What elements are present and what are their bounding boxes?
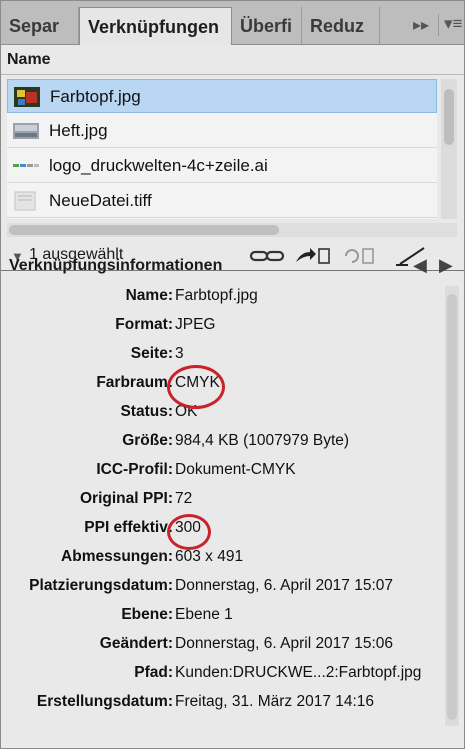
list-item-name: Farbtopf.jpg xyxy=(50,87,141,106)
info-label: PPI effektiv: xyxy=(84,519,173,536)
list-horizontal-scrollbar[interactable] xyxy=(7,223,457,237)
link-info-list: Name: Farbtopf.jpg Format: JPEG Seite: 3… xyxy=(1,283,441,723)
previous-link-icon[interactable]: ◀ xyxy=(413,255,427,276)
info-row-icc-profile: ICC-Profil: Dokument-CMYK xyxy=(1,461,441,491)
column-header-name: Name xyxy=(7,51,51,68)
info-row-status: Status: OK xyxy=(1,403,441,433)
info-value: Farbtopf.jpg xyxy=(175,287,258,304)
list-vertical-scrollbar[interactable] xyxy=(441,79,457,219)
info-value: 72 xyxy=(175,490,193,507)
link-info-header[interactable]: Verknüpfungsinformationen ◀ ▶ xyxy=(1,253,464,283)
info-row-size: Größe: 984,4 KB (1007979 Byte) xyxy=(1,432,441,462)
info-value: JPEG xyxy=(175,316,216,333)
tab-bar: Separ Verknüpfungen Überfi Reduz ▸▸ ▾≡ xyxy=(1,1,464,46)
info-value: 603 x 491 xyxy=(175,548,244,565)
link-info-title: Verknüpfungsinformationen xyxy=(9,257,223,274)
list-item[interactable]: Farbtopf.jpg xyxy=(7,79,437,113)
info-label: Geändert: xyxy=(99,635,173,652)
info-row-dimensions: Abmessungen: 603 x 491 xyxy=(1,548,441,578)
tab-links[interactable]: Verknüpfungen xyxy=(79,7,232,46)
list-item[interactable]: logo_druckwelten-4c+zeile.ai xyxy=(7,149,437,183)
info-label: Seite: xyxy=(130,345,173,362)
info-label: Format: xyxy=(115,316,173,333)
highlight-circle-effective-ppi xyxy=(167,514,211,550)
logo-thumbnail-icon xyxy=(13,164,39,167)
list-scroll-thumb[interactable] xyxy=(444,89,454,145)
image-thumbnail-icon xyxy=(14,191,36,211)
info-vertical-scrollbar[interactable] xyxy=(445,286,459,726)
info-scroll-thumb[interactable] xyxy=(447,294,457,720)
info-label: Ebene: xyxy=(121,606,173,623)
links-panel: Separ Verknüpfungen Überfi Reduz ▸▸ ▾≡ N… xyxy=(0,0,465,749)
info-label: Größe: xyxy=(122,432,173,449)
tab-separations[interactable]: Separ xyxy=(1,7,79,45)
list-item-name: Heft.jpg xyxy=(49,121,108,140)
list-item-name: logo_druckwelten-4c+zeile.ai xyxy=(49,156,268,175)
tab-overprint[interactable]: Überfi xyxy=(232,7,302,45)
info-row-layer: Ebene: Ebene 1 xyxy=(1,606,441,636)
column-header[interactable]: Name xyxy=(1,45,464,75)
more-tabs-icon[interactable]: ▸▸ xyxy=(413,15,429,35)
info-row-original-ppi: Original PPI: 72 xyxy=(1,490,441,520)
info-label: Name: xyxy=(125,287,173,304)
image-thumbnail-icon xyxy=(13,123,39,139)
info-row-created-date: Erstellungsdatum: Freitag, 31. März 2017… xyxy=(1,693,441,723)
list-item[interactable]: Heft.jpg xyxy=(7,114,437,148)
panel-menu-icon[interactable]: ▾≡ xyxy=(438,14,462,36)
info-value: Kunden:DRUCKWE...2:Farbtopf.jpg xyxy=(175,664,422,681)
info-value: 3 xyxy=(175,345,184,362)
info-row-modified: Geändert: Donnerstag, 6. April 2017 15:0… xyxy=(1,635,441,665)
info-label: Original PPI: xyxy=(79,490,173,507)
list-item[interactable]: NeueDatei.tiff xyxy=(7,184,437,218)
info-label: ICC-Profil: xyxy=(96,461,173,478)
info-value: 984,4 KB (1007979 Byte) xyxy=(175,432,350,449)
info-value: Donnerstag, 6. April 2017 15:06 xyxy=(175,635,394,652)
highlight-circle-colorspace xyxy=(167,365,225,409)
tab-flattener[interactable]: Reduz xyxy=(302,7,380,45)
info-row-effective-ppi: PPI effektiv: 300 xyxy=(1,519,441,549)
info-row-name: Name: Farbtopf.jpg xyxy=(1,287,441,317)
info-label: Platzierungsdatum: xyxy=(29,577,173,594)
info-value: Dokument-CMYK xyxy=(175,461,296,478)
image-thumbnail-icon xyxy=(14,87,40,107)
info-row-placed-date: Platzierungsdatum: Donnerstag, 6. April … xyxy=(1,577,441,607)
next-link-icon[interactable]: ▶ xyxy=(439,255,453,276)
info-row-page: Seite: 3 xyxy=(1,345,441,375)
links-list: Farbtopf.jpg Heft.jpg logo_druckwelten-4… xyxy=(7,79,437,219)
list-horizontal-scroll-thumb[interactable] xyxy=(9,225,279,235)
info-label: Erstellungsdatum: xyxy=(36,693,173,710)
info-label: Farbraum: xyxy=(96,374,173,391)
info-row-path: Pfad: Kunden:DRUCKWE...2:Farbtopf.jpg xyxy=(1,664,441,694)
info-value: Donnerstag, 6. April 2017 15:07 xyxy=(175,577,394,594)
info-label: Status: xyxy=(120,403,173,420)
info-value: Ebene 1 xyxy=(175,606,233,623)
info-label: Abmessungen: xyxy=(61,548,173,565)
info-row-format: Format: JPEG xyxy=(1,316,441,346)
list-item-name: NeueDatei.tiff xyxy=(49,191,152,210)
info-label: Pfad: xyxy=(134,664,173,681)
info-value: Freitag, 31. März 2017 14:16 xyxy=(175,693,375,710)
